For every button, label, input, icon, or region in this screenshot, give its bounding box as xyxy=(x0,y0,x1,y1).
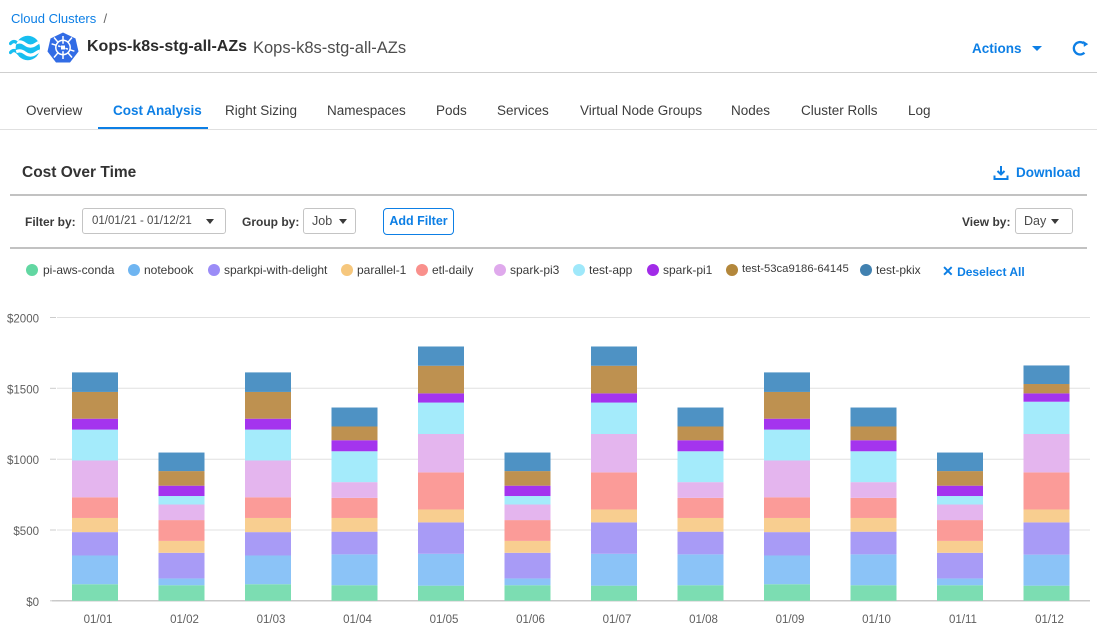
svg-text:$500: $500 xyxy=(13,526,39,538)
svg-text:01/06: 01/06 xyxy=(516,614,545,626)
svg-text:01/01: 01/01 xyxy=(84,614,113,626)
svg-text:01/03: 01/03 xyxy=(257,614,286,626)
svg-text:$1500: $1500 xyxy=(7,384,39,396)
svg-text:01/04: 01/04 xyxy=(343,614,372,626)
svg-text:$1000: $1000 xyxy=(7,455,39,467)
svg-text:01/08: 01/08 xyxy=(689,614,718,626)
svg-text:01/05: 01/05 xyxy=(430,614,459,626)
svg-text:01/12: 01/12 xyxy=(1035,614,1064,626)
svg-text:01/09: 01/09 xyxy=(776,614,805,626)
svg-text:01/11: 01/11 xyxy=(949,614,977,626)
svg-text:01/07: 01/07 xyxy=(603,614,632,626)
svg-text:$0: $0 xyxy=(26,597,39,609)
svg-text:01/02: 01/02 xyxy=(170,614,199,626)
svg-text:$2000: $2000 xyxy=(7,314,39,326)
svg-text:01/10: 01/10 xyxy=(862,614,891,626)
